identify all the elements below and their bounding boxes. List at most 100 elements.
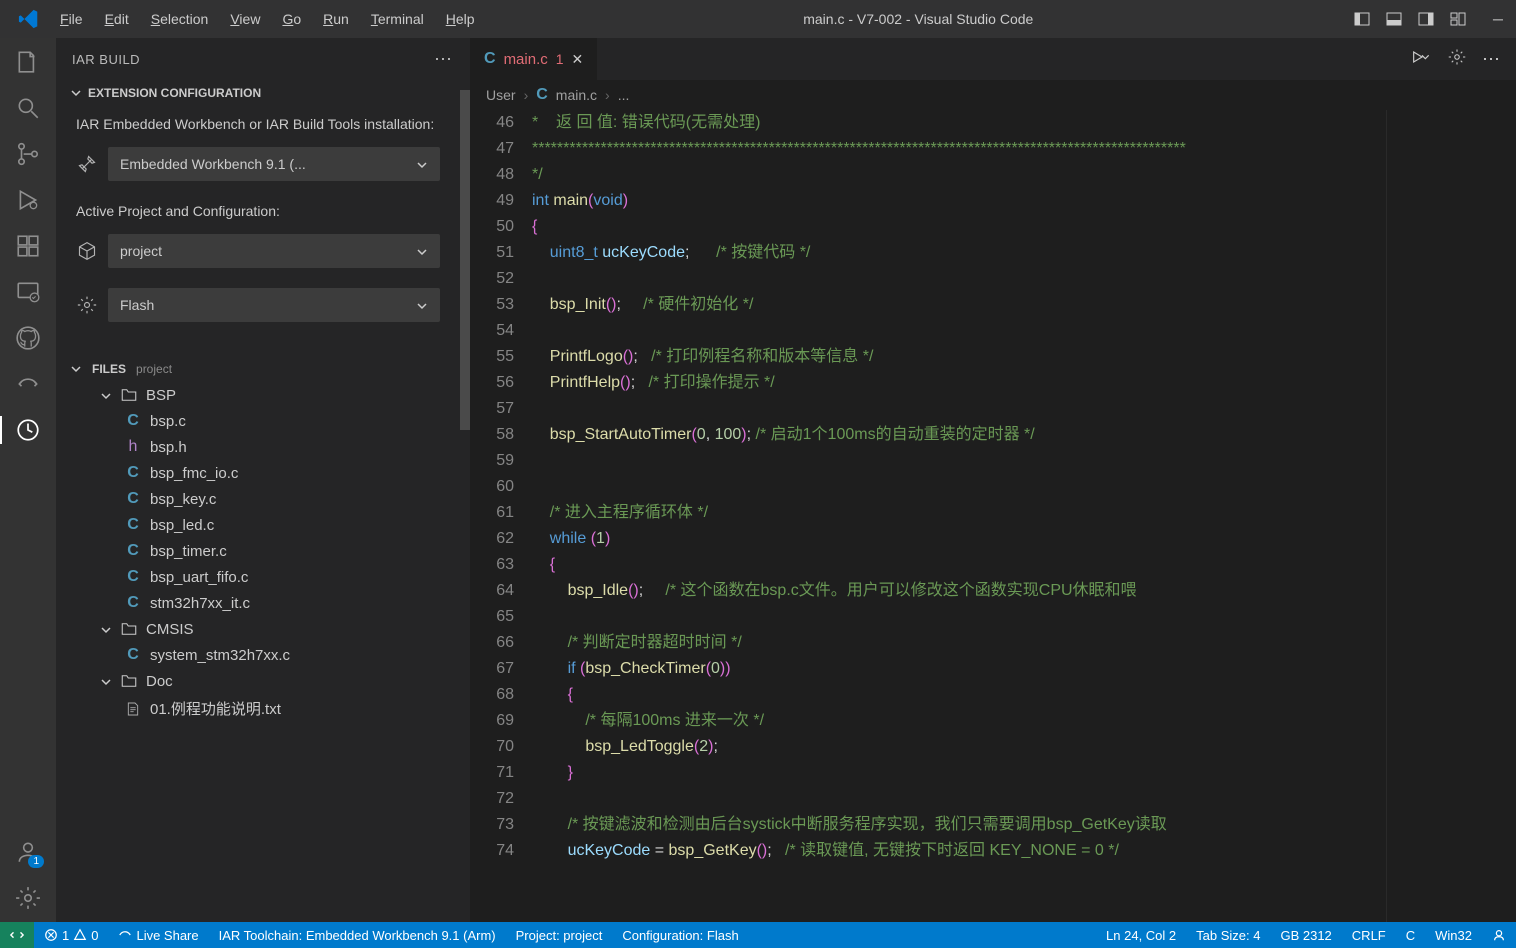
editor-tabs: C main.c 1 ✕ ⋯	[470, 38, 1516, 80]
tab-size[interactable]: Tab Size: 4	[1186, 922, 1270, 948]
cursor-position[interactable]: Ln 24, Col 2	[1096, 922, 1186, 948]
menu-terminal[interactable]: Terminal	[361, 7, 434, 31]
project-select[interactable]: project	[108, 234, 440, 268]
folder-bsp[interactable]: BSP	[56, 382, 460, 408]
folder-icon	[120, 620, 138, 638]
explorer-icon[interactable]	[14, 48, 42, 76]
status-bar: 1 0 Live Share IAR Toolchain: Embedded W…	[0, 922, 1516, 948]
tree-item-label: bsp_uart_fifo.c	[150, 569, 248, 586]
file-01.例程功能说明.txt[interactable]: 01.例程功能说明.txt	[56, 694, 460, 723]
code-editor[interactable]: 4647484950515253545556575859606162636465…	[470, 110, 1516, 922]
search-icon[interactable]	[14, 94, 42, 122]
share-icon[interactable]	[14, 370, 42, 398]
folder-cmsis[interactable]: CMSIS	[56, 616, 460, 642]
language-mode[interactable]: C	[1396, 922, 1425, 948]
title-actions: ─	[1352, 9, 1508, 29]
config-select[interactable]: Flash	[108, 288, 440, 322]
code-lines[interactable]: * 返 回 值: 错误代码(无需处理)*********************…	[532, 110, 1386, 922]
encoding[interactable]: GB 2312	[1270, 922, 1341, 948]
remote-indicator[interactable]	[0, 922, 34, 948]
minimize-icon[interactable]: ─	[1488, 9, 1508, 29]
gear-icon	[76, 294, 98, 316]
file-bsp_led.c[interactable]: Cbsp_led.c	[56, 512, 460, 538]
accounts-badge: 1	[28, 855, 44, 868]
package-icon	[76, 240, 98, 262]
chevron-down-icon	[416, 299, 428, 311]
sidebar-panel: IAR BUILD ⋯ EXTENSION CONFIGURATION IAR …	[56, 38, 470, 922]
menu-selection[interactable]: Selection	[141, 7, 219, 31]
live-share-button[interactable]: Live Share	[108, 922, 208, 948]
tree-item-label: CMSIS	[146, 621, 194, 638]
remote-explorer-icon[interactable]	[14, 278, 42, 306]
file-stm32h7xx_it.c[interactable]: Cstm32h7xx_it.c	[56, 590, 460, 616]
problems-indicator[interactable]: 1 0	[34, 922, 108, 948]
layout-panel-left-icon[interactable]	[1352, 9, 1372, 29]
run-debug-icon[interactable]	[14, 186, 42, 214]
layout-customize-icon[interactable]	[1448, 9, 1468, 29]
text-file-icon	[124, 700, 142, 718]
file-system_stm32h7xx.c[interactable]: Csystem_stm32h7xx.c	[56, 642, 460, 668]
window-title: main.c - V7-002 - Visual Studio Code	[485, 11, 1352, 27]
folder-doc[interactable]: Doc	[56, 668, 460, 694]
menu-help[interactable]: Help	[436, 7, 485, 31]
file-bsp_uart_fifo.c[interactable]: Cbsp_uart_fifo.c	[56, 564, 460, 590]
c-file-icon: C	[536, 86, 548, 104]
menu-view[interactable]: View	[220, 7, 270, 31]
iar-toolchain-status[interactable]: IAR Toolchain: Embedded Workbench 9.1 (A…	[209, 922, 506, 948]
editor-area: C main.c 1 ✕ ⋯ User › C main.c › ... 464…	[470, 38, 1516, 922]
h-file-icon: h	[124, 438, 142, 456]
active-project-label: Active Project and Configuration:	[76, 201, 440, 222]
c-file-icon: C	[124, 542, 142, 560]
tree-item-label: bsp_key.c	[150, 491, 216, 508]
c-file-icon: C	[124, 490, 142, 508]
tree-item-label: bsp_timer.c	[150, 543, 227, 560]
menu-go[interactable]: Go	[272, 7, 311, 31]
c-file-icon: C	[124, 516, 142, 534]
menu-file[interactable]: File	[50, 7, 93, 31]
file-bsp_key.c[interactable]: Cbsp_key.c	[56, 486, 460, 512]
feedback-icon[interactable]	[1482, 922, 1516, 948]
project-status[interactable]: Project: project	[506, 922, 613, 948]
eol[interactable]: CRLF	[1342, 922, 1396, 948]
file-bsp.c[interactable]: Cbsp.c	[56, 408, 460, 434]
settings-gear-icon[interactable]	[14, 884, 42, 912]
github-icon[interactable]	[14, 324, 42, 352]
config-status[interactable]: Configuration: Flash	[612, 922, 748, 948]
menu-run[interactable]: Run	[313, 7, 359, 31]
extension-config-header[interactable]: EXTENSION CONFIGURATION	[56, 80, 460, 106]
tree-item-label: bsp.c	[150, 413, 186, 430]
c-file-icon: C	[124, 646, 142, 664]
file-bsp_fmc_io.c[interactable]: Cbsp_fmc_io.c	[56, 460, 460, 486]
layout-panel-right-icon[interactable]	[1416, 9, 1436, 29]
vscode-logo-icon	[18, 8, 40, 30]
platform[interactable]: Win32	[1425, 922, 1482, 948]
menu-edit[interactable]: Edit	[95, 7, 139, 31]
breadcrumb[interactable]: User › C main.c › ...	[470, 80, 1516, 110]
run-icon[interactable]	[1412, 49, 1432, 70]
chevron-down-icon	[100, 623, 112, 635]
tab-main-c[interactable]: C main.c 1 ✕	[470, 38, 597, 80]
split-editor-icon[interactable]	[1448, 48, 1466, 71]
chevron-down-icon	[70, 87, 82, 99]
installation-select[interactable]: Embedded Workbench 9.1 (...	[108, 147, 440, 181]
tab-dirty-indicator: 1	[556, 51, 564, 67]
more-actions-icon[interactable]: ⋯	[1482, 49, 1502, 70]
sidebar-scrollbar[interactable]	[460, 80, 470, 922]
extensions-icon[interactable]	[14, 232, 42, 260]
more-actions-icon[interactable]: ⋯	[434, 49, 454, 70]
chevron-right-icon: ›	[524, 87, 529, 103]
file-bsp.h[interactable]: hbsp.h	[56, 434, 460, 460]
close-icon[interactable]: ✕	[572, 51, 584, 68]
install-label: IAR Embedded Workbench or IAR Build Tool…	[76, 114, 440, 135]
chevron-down-icon	[70, 363, 82, 375]
c-file-icon: C	[124, 464, 142, 482]
minimap[interactable]	[1386, 110, 1516, 922]
files-section-header[interactable]: FILES project	[56, 356, 460, 382]
iar-build-icon[interactable]	[14, 416, 42, 444]
tree-item-label: system_stm32h7xx.c	[150, 647, 290, 664]
file-bsp_timer.c[interactable]: Cbsp_timer.c	[56, 538, 460, 564]
chevron-down-icon	[416, 245, 428, 257]
source-control-icon[interactable]	[14, 140, 42, 168]
tree-item-label: bsp_fmc_io.c	[150, 465, 238, 482]
layout-panel-bottom-icon[interactable]	[1384, 9, 1404, 29]
